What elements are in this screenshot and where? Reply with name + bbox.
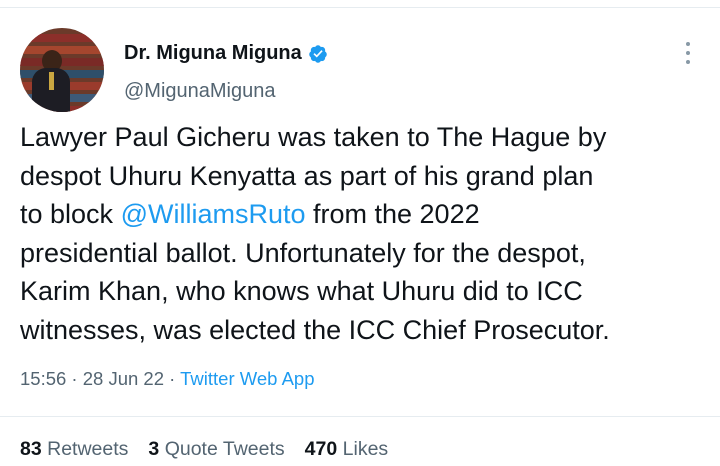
meta-separator: ·	[164, 368, 181, 389]
stats-divider	[0, 416, 720, 417]
likes-stat[interactable]: 470 Likes	[305, 438, 389, 461]
tweet-line: presidential ballot. Unfortunately for t…	[20, 237, 586, 268]
tweet-time[interactable]: 15:56	[20, 368, 66, 389]
tweet-stats: 83 Retweets 3 Quote Tweets 470 Likes	[20, 438, 388, 461]
tweet-line: Lawyer Paul Gicheru was taken to The Hag…	[20, 122, 607, 152]
tweet-date[interactable]: 28 Jun 22	[83, 368, 164, 389]
mention-link[interactable]: @WilliamsRuto	[121, 199, 306, 229]
verified-badge-icon	[309, 44, 327, 63]
more-options-icon[interactable]	[678, 42, 698, 64]
author-handle[interactable]: @MigunaMiguna	[124, 80, 276, 103]
tweet-text: Lawyer Paul Gicheru was taken to The Hag…	[20, 118, 710, 349]
tweet-line: witnesses, was elected the ICC Chief Pro…	[20, 314, 610, 345]
tweet-source-link[interactable]: Twitter Web App	[180, 368, 314, 389]
tweet-meta: 15:56 · 28 Jun 22 · Twitter Web App	[20, 368, 315, 390]
author-display-name[interactable]: Dr. Miguna Miguna	[124, 42, 302, 65]
author-name-row: Dr. Miguna Miguna	[124, 42, 328, 65]
tweet-line: to block @WilliamsRuto from the 2022	[20, 199, 480, 229]
quote-tweets-stat[interactable]: 3 Quote Tweets	[148, 438, 284, 461]
top-divider	[0, 0, 720, 8]
tweet-line: Karim Khan, who knows what Uhuru did to …	[20, 276, 583, 306]
avatar[interactable]	[20, 28, 104, 112]
meta-separator: ·	[66, 368, 83, 389]
retweets-stat[interactable]: 83 Retweets	[20, 438, 128, 461]
tweet-line: despot Uhuru Kenyatta as part of his gra…	[20, 160, 594, 191]
